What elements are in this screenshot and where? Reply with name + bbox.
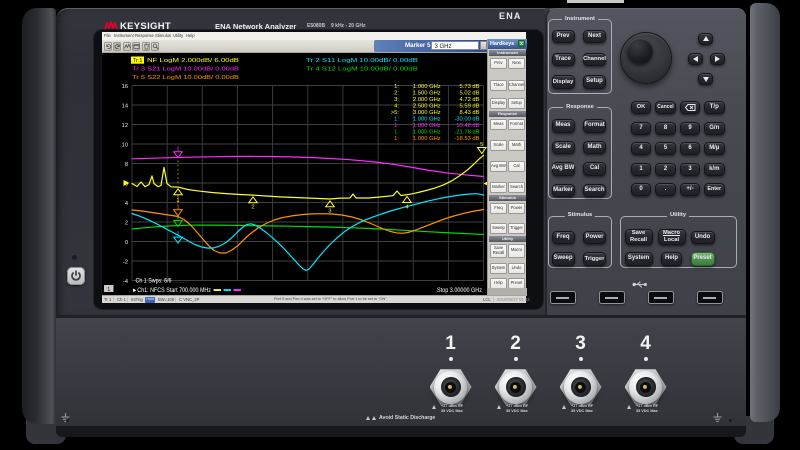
svg-text:Tr 1: Tr 1	[133, 58, 142, 64]
svg-text:4: 4	[405, 204, 409, 210]
svg-text:14: 14	[122, 103, 128, 109]
svg-text:2: 2	[125, 220, 128, 226]
svg-text:Tr 5 S22 LogM 10.00dB/ 0.00dB: Tr 5 S22 LogM 10.00dB/ 0.00dB	[132, 75, 239, 81]
svg-text:16: 16	[122, 83, 128, 89]
svg-text:-18.53 dB: -18.53 dB	[454, 135, 479, 141]
svg-text:0: 0	[125, 239, 128, 245]
svg-text:1:: 1:	[394, 116, 399, 122]
svg-text:Tr 4 S12 LogM 10.00dB/ 0.00dB: Tr 4 S12 LogM 10.00dB/ 0.00dB	[306, 66, 418, 72]
svg-text:2:: 2:	[394, 90, 399, 96]
svg-text:1.000 GHz: 1.000 GHz	[413, 135, 441, 141]
svg-text:NF LogM 2.000dB/ 6.00dB: NF LogM 2.000dB/ 6.00dB	[147, 58, 239, 64]
svg-text:1.000 GHz: 1.000 GHz	[413, 116, 441, 122]
svg-text:>5:: >5:	[391, 109, 400, 115]
svg-text:1.000 GHz: 1.000 GHz	[413, 122, 441, 128]
svg-text:1.000 GHz: 1.000 GHz	[413, 129, 441, 135]
svg-text:8.43 dB: 8.43 dB	[460, 109, 480, 115]
svg-text:1:: 1:	[394, 129, 399, 135]
svg-text:3: 3	[328, 208, 331, 214]
svg-text:2: 2	[251, 204, 254, 210]
svg-text:Tr 2 S11 LogM 10.00dB/ 0.00dB: Tr 2 S11 LogM 10.00dB/ 0.00dB	[306, 58, 418, 64]
svg-text:2.000 GHz: 2.000 GHz	[413, 96, 441, 102]
svg-text:4:: 4:	[394, 103, 399, 109]
svg-text:4: 4	[125, 200, 128, 206]
svg-text:1:: 1:	[394, 122, 399, 128]
svg-text:8: 8	[125, 161, 128, 167]
svg-text:10: 10	[122, 142, 128, 148]
svg-text:-4: -4	[123, 278, 128, 284]
svg-text:-21.78 dB: -21.78 dB	[454, 129, 479, 135]
svg-text:..........: ..........	[173, 279, 187, 285]
svg-text:5.73 dB: 5.73 dB	[460, 83, 480, 89]
svg-text:1.500 GHz: 1.500 GHz	[413, 90, 441, 96]
svg-text:1:: 1:	[394, 83, 399, 89]
svg-text:5.02 dB: 5.02 dB	[460, 90, 480, 96]
svg-text:1: 1	[176, 198, 179, 204]
svg-text:Ch 1 Swps: 6/6: Ch 1 Swps: 6/6	[136, 278, 173, 284]
svg-text:1: 1	[176, 146, 179, 152]
svg-text:2.500 GHz: 2.500 GHz	[413, 103, 441, 109]
svg-text:►Ch1: NFCS Start 700.000 MHz: ►Ch1: NFCS Start 700.000 MHz	[132, 288, 211, 294]
svg-text:Tr 3 S21 LogM 10.00dB/ 0.00dB: Tr 3 S21 LogM 10.00dB/ 0.00dB	[132, 66, 239, 72]
svg-text:1: 1	[176, 231, 179, 237]
svg-text:10.48 dB: 10.48 dB	[456, 122, 479, 128]
svg-text:3.000 GHz: 3.000 GHz	[413, 109, 441, 115]
svg-text:3:: 3:	[394, 96, 399, 102]
svg-text:-2: -2	[123, 259, 128, 265]
svg-text:1:: 1:	[394, 135, 399, 141]
svg-text:1.000 GHz: 1.000 GHz	[413, 83, 441, 89]
svg-text:4.72 dB: 4.72 dB	[460, 96, 480, 102]
svg-text:Stop 3.00000 GHz: Stop 3.00000 GHz	[437, 288, 482, 294]
svg-text:-30.00 dB: -30.00 dB	[454, 116, 479, 122]
svg-text:1: 1	[107, 286, 110, 292]
svg-text:1: 1	[176, 204, 179, 210]
svg-text:5.59 dB: 5.59 dB	[460, 103, 480, 109]
svg-text:12: 12	[122, 122, 128, 128]
svg-text:5: 5	[480, 142, 483, 148]
